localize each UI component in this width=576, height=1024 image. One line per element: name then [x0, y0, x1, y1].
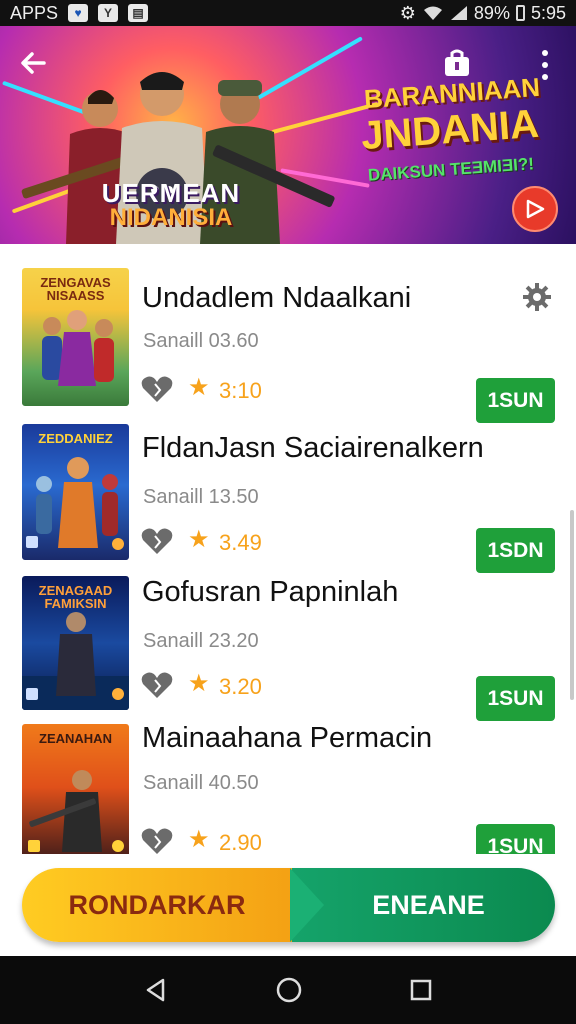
- recent-apps-icon[interactable]: [409, 978, 433, 1002]
- system-nav-bar: [0, 956, 576, 1024]
- app-list: ZENGAVAS NISAASS Undadlem Ndaalkani Sana…: [0, 258, 576, 854]
- heart-icon[interactable]: [140, 670, 174, 700]
- banner-logo-line2: NIDANISIA: [109, 204, 233, 231]
- app-thumbnail[interactable]: ZENAGAAD FAMIKSIN: [22, 576, 129, 710]
- star-icon: ★: [188, 670, 210, 697]
- rating-value: 3.20: [219, 674, 262, 699]
- app-title[interactable]: Mainaahana Permacin: [142, 722, 432, 755]
- heart-icon[interactable]: [140, 526, 174, 556]
- app-title[interactable]: Undadlem Ndaalkani: [142, 282, 411, 315]
- star-icon: ★: [188, 826, 210, 853]
- play-icon: [526, 199, 545, 219]
- shield-icon: ♥: [68, 4, 89, 22]
- signal-icon: [450, 6, 467, 20]
- rating-value: 3.49: [219, 530, 262, 555]
- heart-icon[interactable]: [140, 374, 174, 404]
- clock: 5:95: [530, 2, 566, 23]
- app-subtitle: Sanaill 03.60: [143, 330, 259, 352]
- status-left: APPS ♥ Y ▤: [10, 2, 149, 24]
- wifi-icon: [423, 6, 442, 20]
- list-item[interactable]: ZEANAHAN Mainaahana Permacin Sanaill 40.…: [0, 714, 576, 854]
- battery-level: 89%: [473, 2, 510, 23]
- shopping-bag-icon[interactable]: [442, 48, 472, 78]
- rating-value: 2.90: [219, 830, 262, 854]
- notification-icon: Y: [98, 4, 119, 22]
- list-item[interactable]: ZENGAVAS NISAASS Undadlem Ndaalkani Sana…: [0, 258, 576, 423]
- apps-label: APPS: [10, 2, 59, 23]
- back-arrow-icon[interactable]: [18, 48, 52, 82]
- home-icon[interactable]: [275, 976, 303, 1004]
- alarm-icon: ⚙: [399, 2, 416, 23]
- install-button[interactable]: 1SUN: [476, 824, 555, 854]
- message-icon: ▤: [128, 4, 149, 22]
- app-thumbnail[interactable]: ZENGAVAS NISAASS: [22, 268, 129, 406]
- play-video-button[interactable]: [512, 186, 558, 232]
- scrollbar[interactable]: [570, 510, 574, 700]
- primary-action-button[interactable]: RONDARKAR: [22, 868, 292, 942]
- dot: [542, 62, 548, 68]
- list-item[interactable]: ZENAGAAD FAMIKSIN Gofusran Papninlah San…: [0, 566, 576, 721]
- secondary-action-button[interactable]: ENEANE: [292, 868, 555, 942]
- heart-icon[interactable]: [140, 826, 174, 854]
- dot: [542, 50, 548, 56]
- star-icon: ★: [188, 526, 210, 553]
- gear-icon[interactable]: [522, 282, 552, 312]
- dot: [542, 74, 548, 80]
- app-thumbnail[interactable]: ZEANAHAN: [22, 724, 129, 854]
- app-title[interactable]: FldanJasn Saciairenalkern: [142, 432, 484, 465]
- app-subtitle: Sanaill 23.20: [143, 630, 259, 652]
- rating-value: 3:10: [219, 378, 262, 403]
- battery-icon: [515, 5, 525, 21]
- chevron-right-icon: [290, 868, 324, 942]
- app-title[interactable]: Gofusran Papninlah: [142, 576, 398, 609]
- more-options-icon[interactable]: [536, 50, 554, 80]
- app-subtitle: Sanaill 13.50: [143, 486, 259, 508]
- hero-banner: UERMEAN NIDANISIA BARANNIAAN JNDANIA DAI…: [0, 26, 576, 244]
- back-icon[interactable]: [143, 977, 169, 1003]
- app-subtitle: Sanaill 40.50: [143, 772, 259, 794]
- status-bar: APPS ♥ Y ▤ ⚙ 89% 5:95: [0, 0, 576, 26]
- star-icon: ★: [188, 374, 210, 401]
- list-item[interactable]: ZEDDANIEZ FldanJasn Saciairenalkern Sana…: [0, 414, 576, 573]
- app-thumbnail[interactable]: ZEDDANIEZ: [22, 424, 129, 560]
- app-screen: APPS ♥ Y ▤ ⚙ 89% 5:95 UERMEAN NIDANISIA …: [0, 0, 576, 1024]
- bottom-action-bar: RONDARKAR ENEANE: [22, 868, 555, 942]
- status-right: ⚙ 89% 5:95: [400, 3, 566, 24]
